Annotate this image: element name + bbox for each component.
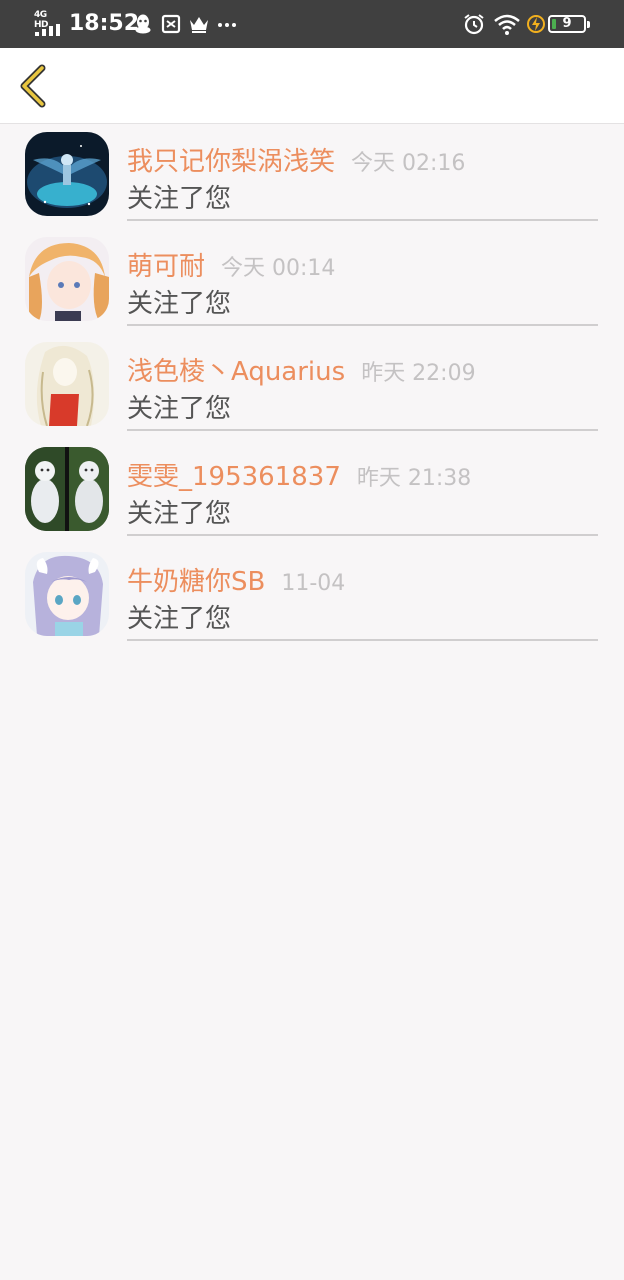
notification-time: 昨天 21:38	[356, 466, 472, 491]
notification-time: 11-04	[281, 571, 346, 596]
notification-action: 关注了您	[127, 604, 232, 634]
list-item[interactable]: 雯雯_195361837 昨天 21:38 关注了您	[0, 439, 624, 544]
notification-action: 关注了您	[127, 289, 232, 319]
user-nickname[interactable]: 萌可耐	[127, 252, 205, 282]
list-item[interactable]: 浅色棱丶Aquarius 昨天 22:09 关注了您	[0, 334, 624, 439]
user-nickname[interactable]: 雯雯_195361837	[127, 462, 341, 492]
item-content: 牛奶糖你SB 11-04 关注了您	[127, 544, 598, 641]
battery-level: 9	[562, 16, 572, 31]
back-button[interactable]	[12, 62, 56, 110]
wifi-icon	[494, 14, 520, 35]
item-content: 雯雯_195361837 昨天 21:38 关注了您	[127, 439, 598, 536]
notification-action: 关注了您	[127, 499, 232, 529]
list-item[interactable]: 萌可耐 今天 00:14 关注了您	[0, 229, 624, 334]
avatar[interactable]	[25, 447, 109, 531]
avatar[interactable]	[25, 237, 109, 321]
alarm-icon	[464, 14, 484, 35]
notification-time: 昨天 22:09	[361, 361, 476, 386]
chevron-left-icon	[20, 64, 46, 108]
avatar[interactable]	[25, 132, 109, 216]
item-content: 我只记你梨涡浅笑 今天 02:16 关注了您	[127, 124, 598, 221]
user-nickname[interactable]: 牛奶糖你SB	[127, 567, 265, 597]
more-dots-icon	[218, 23, 236, 27]
charging-icon	[527, 15, 545, 33]
status-time: 18:52	[69, 11, 140, 36]
battery-icon: 9	[548, 15, 590, 33]
status-bar: 4G HD 18:52 9	[0, 0, 624, 48]
avatar[interactable]	[25, 342, 109, 426]
user-nickname[interactable]: 浅色棱丶Aquarius	[127, 357, 345, 387]
screenshot-icon	[161, 14, 181, 34]
avatar[interactable]	[25, 552, 109, 636]
notification-action: 关注了您	[127, 394, 232, 424]
signal-icon: 4G HD	[34, 10, 62, 36]
item-content: 浅色棱丶Aquarius 昨天 22:09 关注了您	[127, 334, 598, 431]
notification-time: 今天 02:16	[351, 151, 466, 176]
item-content: 萌可耐 今天 00:14 关注了您	[127, 229, 598, 326]
crown-icon	[190, 17, 208, 33]
user-nickname[interactable]: 我只记你梨涡浅笑	[127, 147, 335, 177]
notification-list: 我只记你梨涡浅笑今天 02:16 关注了您 萌可耐今天 00:14 关注了您	[0, 124, 624, 649]
notification-time: 今天 00:14	[221, 256, 336, 281]
notification-action: 关注了您	[127, 184, 232, 214]
list-item[interactable]: 我只记你梨涡浅笑 今天 02:16 关注了您	[0, 124, 624, 229]
list-item[interactable]: 牛奶糖你SB 11-04 关注了您	[0, 544, 624, 649]
qq-icon	[135, 14, 151, 34]
top-toolbar	[0, 48, 624, 124]
